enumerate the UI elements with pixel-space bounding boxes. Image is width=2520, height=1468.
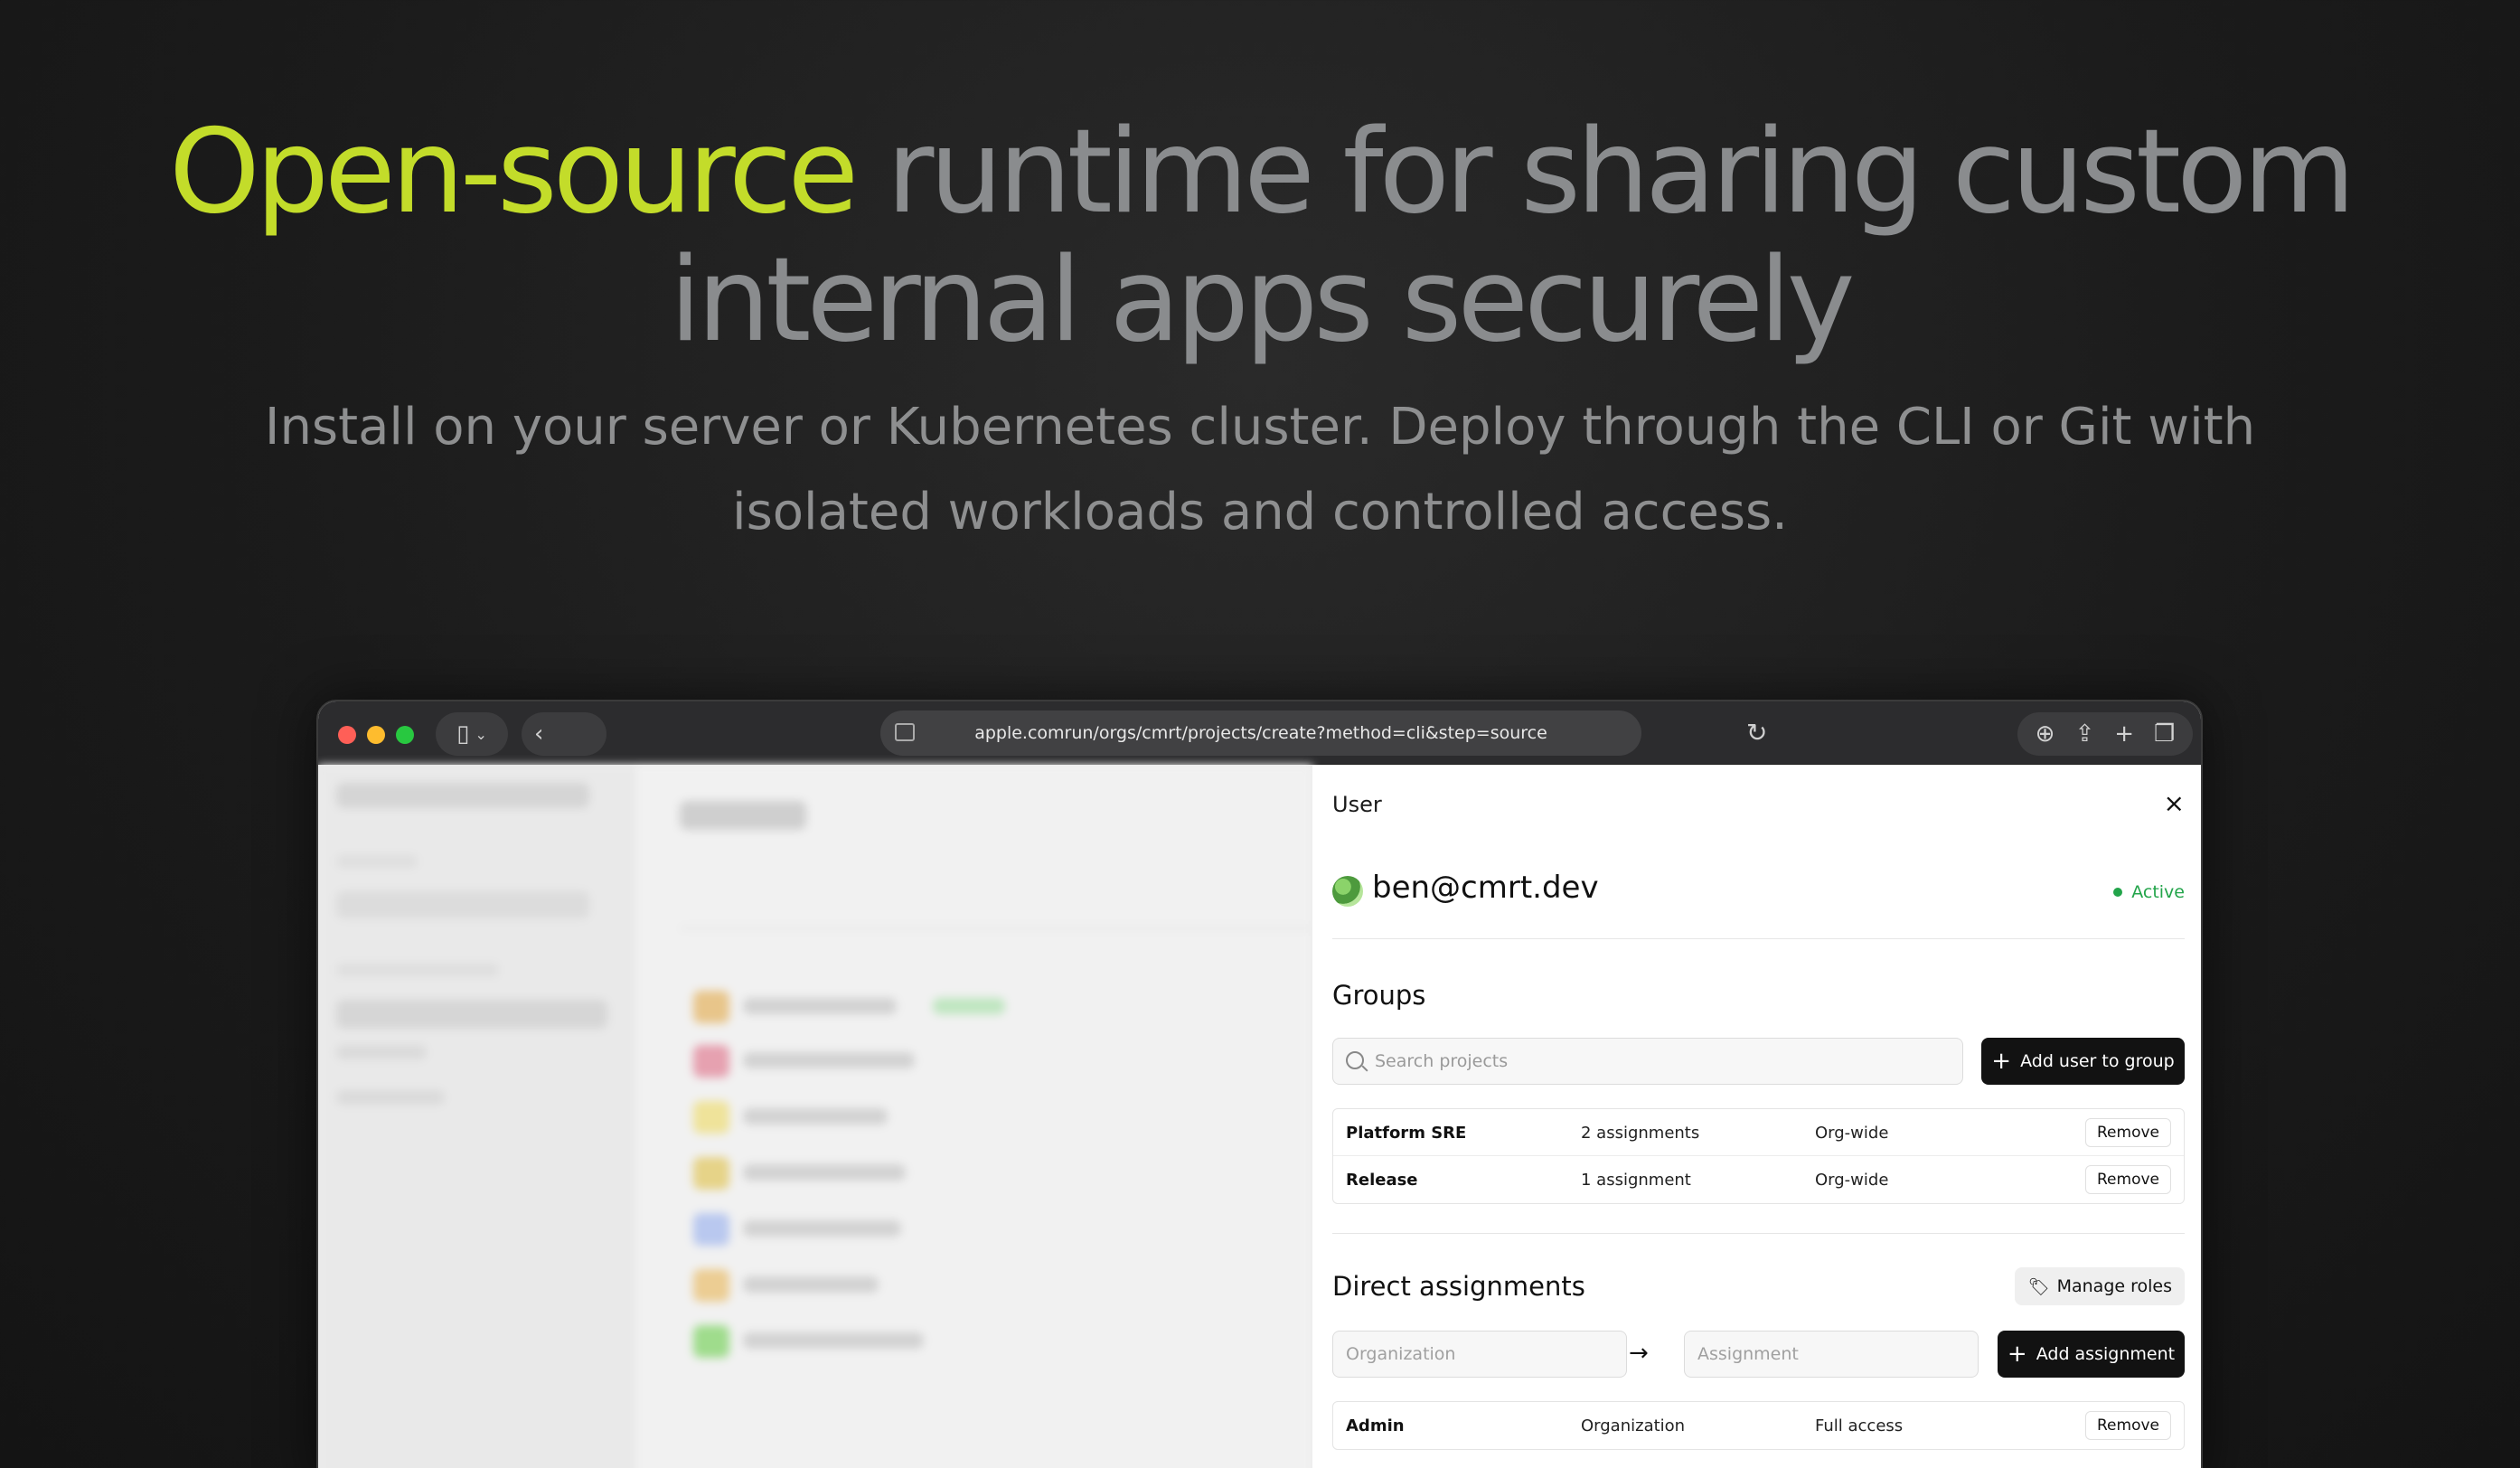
minimize-window-button[interactable] xyxy=(367,726,385,744)
url-text: apple.comrun/orgs/cmrt/projects/create?m… xyxy=(974,723,1547,743)
search-icon xyxy=(1346,1051,1364,1069)
plus-icon: + xyxy=(2007,1341,2027,1368)
tabs-icon[interactable]: ❐ xyxy=(2154,720,2175,748)
divider xyxy=(1332,938,2185,939)
blurred-app-background xyxy=(318,765,1312,1468)
assignment-select[interactable]: Assignment xyxy=(1684,1331,1979,1378)
close-icon[interactable]: × xyxy=(2164,788,2185,818)
manage-roles-button[interactable]: 🏷 Manage roles xyxy=(2015,1267,2185,1305)
group-assignments: 1 assignment xyxy=(1581,1171,1691,1190)
browser-toolbar: ▯ ⌄ ‹ apple.comrun/orgs/cmrt/projects/cre… xyxy=(318,701,2201,765)
remove-button[interactable]: Remove xyxy=(2085,1165,2171,1194)
new-tab-icon[interactable]: + xyxy=(2114,720,2134,748)
reload-icon[interactable]: ↻ xyxy=(1746,718,1767,748)
subheadline: Install on your server or Kubernetes clu… xyxy=(264,398,2256,541)
groups-title: Groups xyxy=(1332,980,1426,1011)
group-name: Release xyxy=(1346,1171,1418,1190)
blurred-sidebar xyxy=(318,765,635,1468)
manage-roles-label: Manage roles xyxy=(2056,1276,2172,1296)
group-scope: Org-wide xyxy=(1815,1124,1889,1143)
add-user-to-group-label: Add user to group xyxy=(2020,1051,2175,1071)
add-user-to-group-button[interactable]: + Add user to group xyxy=(1981,1038,2185,1085)
groups-table: Platform SRE 2 assignments Org-wide Remo… xyxy=(1332,1108,2185,1204)
status-text: Active xyxy=(2131,882,2185,902)
direct-assignments-title: Direct assignments xyxy=(1332,1271,1585,1302)
headline-accent: Open-source xyxy=(168,105,859,240)
tag-icon: 🏷 xyxy=(2027,1276,2050,1297)
status-dot-icon xyxy=(2113,888,2123,897)
page-icon xyxy=(895,723,915,741)
arrow-right-icon: → xyxy=(1629,1340,1649,1367)
remove-button[interactable]: Remove xyxy=(2085,1118,2171,1147)
add-assignment-button[interactable]: + Add assignment xyxy=(1998,1331,2185,1378)
assignments-table: Admin Organization Full access Remove xyxy=(1332,1401,2185,1450)
search-placeholder: Search projects xyxy=(1375,1051,1509,1071)
group-scope: Org-wide xyxy=(1815,1171,1889,1190)
toolbar-actions: ⊕ ⇪ + ❐ xyxy=(2017,712,2193,756)
assignment-type: Organization xyxy=(1581,1416,1686,1435)
user-panel: User × ben@cmrt.dev Active Groups Search… xyxy=(1312,765,2201,1468)
plus-icon: + xyxy=(1991,1048,2012,1075)
close-window-button[interactable] xyxy=(338,726,356,744)
remove-button[interactable]: Remove xyxy=(2085,1411,2171,1440)
add-assignment-label: Add assignment xyxy=(2036,1344,2176,1364)
assignment-placeholder: Assignment xyxy=(1697,1344,1799,1364)
hero: Open-source runtime for sharing custom i… xyxy=(0,108,2520,555)
zoom-window-button[interactable] xyxy=(396,726,414,744)
headline-rest: runtime for sharing custom internal apps… xyxy=(669,105,2356,368)
table-row: Release 1 assignment Org-wide Remove xyxy=(1333,1156,2184,1203)
download-icon[interactable]: ⊕ xyxy=(2036,720,2055,748)
browser-window: ▯ ⌄ ‹ apple.comrun/orgs/cmrt/projects/cre… xyxy=(316,700,2203,1468)
share-icon[interactable]: ⇪ xyxy=(2074,720,2094,748)
back-icon: ‹ xyxy=(534,720,544,748)
group-assignments: 2 assignments xyxy=(1581,1124,1700,1143)
organization-select[interactable]: Organization xyxy=(1332,1331,1627,1378)
panel-title: User xyxy=(1332,792,1382,817)
sidebar-toggle-button[interactable]: ▯ ⌄ xyxy=(436,712,508,756)
avatar xyxy=(1332,876,1363,907)
search-projects-input[interactable]: Search projects xyxy=(1332,1038,1963,1085)
back-button[interactable]: ‹ xyxy=(522,712,606,756)
table-row: Admin Organization Full access Remove xyxy=(1333,1402,2184,1449)
sidebar-icon: ▯ xyxy=(456,720,470,748)
status-badge: Active xyxy=(2113,882,2185,902)
headline: Open-source runtime for sharing custom i… xyxy=(0,108,2520,365)
assignment-access: Full access xyxy=(1815,1416,1904,1435)
organization-placeholder: Organization xyxy=(1346,1344,1456,1364)
divider xyxy=(1332,1233,2185,1234)
table-row: Platform SRE 2 assignments Org-wide Remo… xyxy=(1333,1109,2184,1156)
assignment-name: Admin xyxy=(1346,1416,1405,1435)
group-name: Platform SRE xyxy=(1346,1124,1467,1143)
chevron-down-icon: ⌄ xyxy=(475,725,487,743)
url-bar[interactable]: apple.comrun/orgs/cmrt/projects/create?m… xyxy=(880,710,1641,756)
user-email: ben@cmrt.dev xyxy=(1372,870,1599,906)
